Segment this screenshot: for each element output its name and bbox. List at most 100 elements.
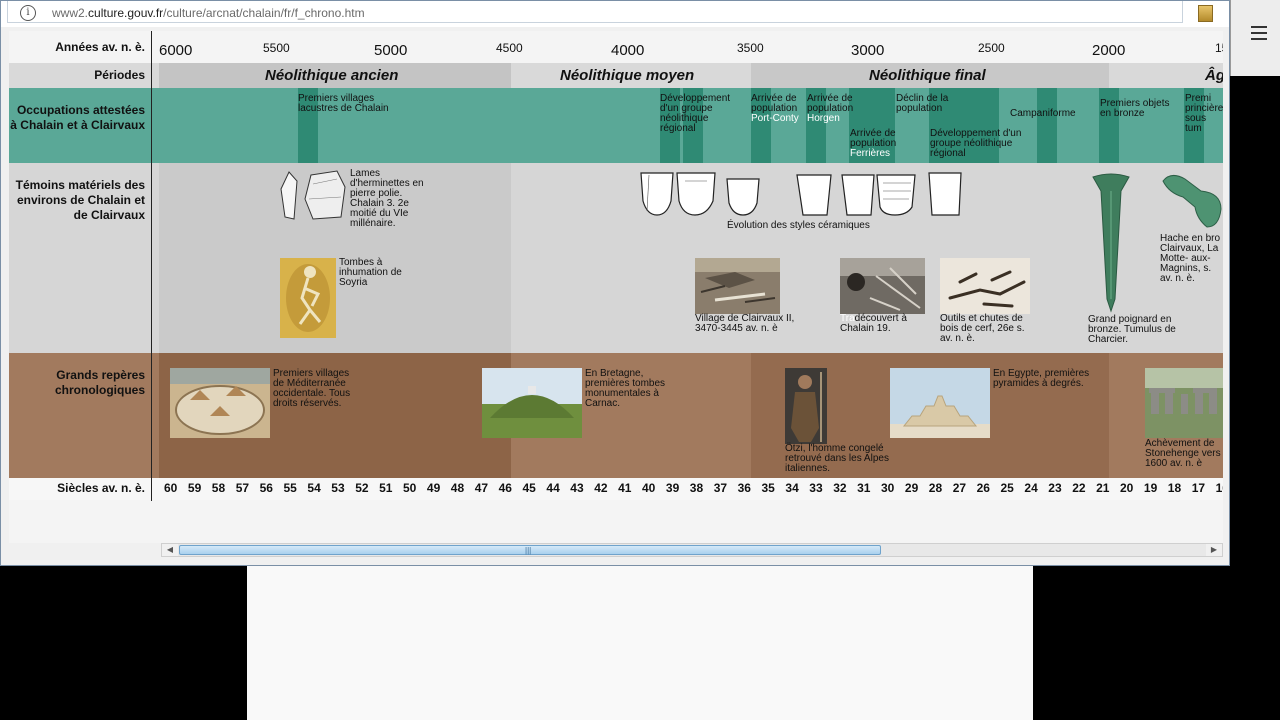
century-label: 42 [594, 481, 608, 495]
bronze-dagger-image[interactable] [1091, 171, 1131, 313]
bookmark-icon[interactable] [1198, 5, 1213, 22]
scroll-left-button[interactable]: ◀ [162, 544, 178, 556]
occupation-text[interactable]: Port-Conty [751, 114, 799, 124]
antler-tools-image[interactable] [940, 258, 1030, 314]
year-minor: 3500 [737, 41, 764, 55]
century-label: 35 [761, 481, 775, 495]
occupation-text[interactable]: Ferrières [850, 149, 890, 159]
otzi-caption: Ötzi, l'homme congelé retrouvé dans les … [785, 443, 889, 474]
century-label: 52 [355, 481, 369, 495]
century-label: 18 [1167, 481, 1182, 495]
occupation-text: Premi princière sous tum [1185, 93, 1223, 134]
period-label[interactable]: Néolithique ancien [265, 67, 398, 84]
scroll-grip-icon: ||| [525, 546, 532, 555]
otzi-image[interactable] [785, 368, 827, 444]
occupation-text: Campaniforme [1010, 108, 1076, 119]
occupation-text[interactable]: Horgen [807, 114, 840, 124]
century-label: 33 [809, 481, 823, 495]
mediterranee-caption: Premiers villages de Méditerranée occide… [273, 368, 351, 409]
century-label: 16 [1215, 481, 1223, 495]
occupation-text: Arrivée de population [807, 93, 854, 114]
hamburger-menu-icon[interactable] [1251, 26, 1267, 40]
url-text[interactable]: www2.culture.gouv.fr/culture/arcnat/chal… [52, 6, 365, 20]
century-label: 49 [426, 481, 441, 495]
century-label: 48 [450, 481, 465, 495]
year-minor: 2500 [978, 41, 1005, 55]
period-label[interactable]: Âg [1205, 67, 1223, 84]
info-icon[interactable]: i [20, 5, 36, 21]
year-minor: 4500 [496, 41, 523, 55]
url-field[interactable]: i www2.culture.gouv.fr/culture/arcnat/ch… [7, 1, 1183, 23]
row-label-siecles: Siècles av. n. è. [57, 481, 145, 495]
occupation-text: Développement d'un groupe néolithique ré… [930, 128, 1022, 159]
occupation-text: Arrivée de population [751, 93, 798, 114]
century-label: 39 [665, 481, 680, 495]
year-major: 5000 [374, 42, 408, 59]
century-label: 22 [1072, 481, 1086, 495]
century-label: 43 [570, 481, 584, 495]
outils-caption: Outils et chutes de bois de cerf, 26e s.… [940, 313, 1025, 344]
century-label: 25 [1000, 481, 1014, 495]
browser-window: i www2.culture.gouv.fr/culture/arcnat/ch… [0, 0, 1230, 566]
year-major: 3000 [851, 42, 885, 59]
century-label: 46 [498, 481, 512, 495]
century-label: 54 [307, 481, 321, 495]
occupation-text: Déclin de la population [896, 93, 949, 114]
village-aerial-image[interactable] [695, 258, 780, 314]
carnac-tumulus-image[interactable] [482, 368, 582, 438]
period-label[interactable]: Néolithique final [869, 67, 986, 84]
ceramics-image[interactable] [637, 171, 967, 219]
excavation-image[interactable] [840, 258, 925, 314]
mediterranean-village-image[interactable] [170, 368, 270, 438]
century-label: 53 [331, 481, 345, 495]
century-label: 59 [187, 481, 202, 495]
scroll-right-button[interactable]: ▶ [1206, 544, 1222, 556]
century-label: 37 [713, 481, 728, 495]
century-label: 21 [1096, 481, 1110, 495]
century-label: 58 [211, 481, 226, 495]
row-label-occupations: Occupations attestées à Chalain et à Cla… [10, 103, 145, 132]
pyramid-image[interactable] [890, 368, 990, 438]
row-label-periods: Périodes [94, 68, 145, 82]
century-label: 47 [474, 481, 489, 495]
stone-axe-image[interactable] [279, 169, 349, 224]
poignard-caption: Grand poignard en bronze. Tumulus de Cha… [1088, 314, 1176, 345]
bronze-axe-image[interactable] [1161, 171, 1223, 229]
century-label: 27 [952, 481, 967, 495]
period-label[interactable]: Néolithique moyen [560, 67, 694, 84]
occupation-text: Arrivée de population [850, 128, 897, 149]
century-label: 26 [976, 481, 990, 495]
century-label: 17 [1191, 481, 1206, 495]
century-label: 23 [1048, 481, 1062, 495]
century-label: 50 [403, 481, 417, 495]
scroll-thumb[interactable]: ||| [179, 545, 881, 555]
year-minor: 15 [1215, 41, 1223, 55]
century-label: 56 [259, 481, 273, 495]
chrono-table: Années av. n. è. Périodes Occupations at… [9, 31, 1223, 543]
century-label: 24 [1024, 481, 1038, 495]
century-label: 41 [618, 481, 632, 495]
tombes-caption: Tombes à inhumation de Soyria [339, 257, 402, 288]
year-major: 2000 [1092, 42, 1126, 59]
year-major: 6000 [159, 42, 193, 59]
century-label: 55 [283, 481, 297, 495]
year-major: 4000 [611, 42, 645, 59]
century-label: 19 [1143, 481, 1158, 495]
row-label-temoins: Témoins matériels des environs de Chalai… [15, 178, 145, 222]
century-label: 34 [785, 481, 799, 495]
century-label: 40 [642, 481, 656, 495]
ceramics-caption: Évolution des styles céramiques [727, 220, 870, 231]
horizontal-scrollbar[interactable]: ◀ ||| ▶ [161, 543, 1223, 557]
stonehenge-image[interactable] [1145, 368, 1223, 438]
year-minor: 5500 [263, 41, 290, 55]
egypte-caption: En Egypte, premières pyramides à degrés. [993, 368, 1090, 389]
village-caption: Village de Clairvaux II, 3470-3445 av. n… [695, 313, 795, 334]
burial-image[interactable] [280, 258, 336, 338]
century-label: 44 [546, 481, 560, 495]
occupation-text: Développement d'un groupe néolithique ré… [660, 93, 731, 134]
occupation-text: Premiers objets en bronze [1100, 98, 1170, 119]
row-label-reperes: Grands repères chronologiques [55, 368, 145, 397]
occupation-text: Premiers villages lacustres de Chalain [298, 93, 389, 114]
century-label: 45 [522, 481, 536, 495]
century-label: 51 [379, 481, 393, 495]
